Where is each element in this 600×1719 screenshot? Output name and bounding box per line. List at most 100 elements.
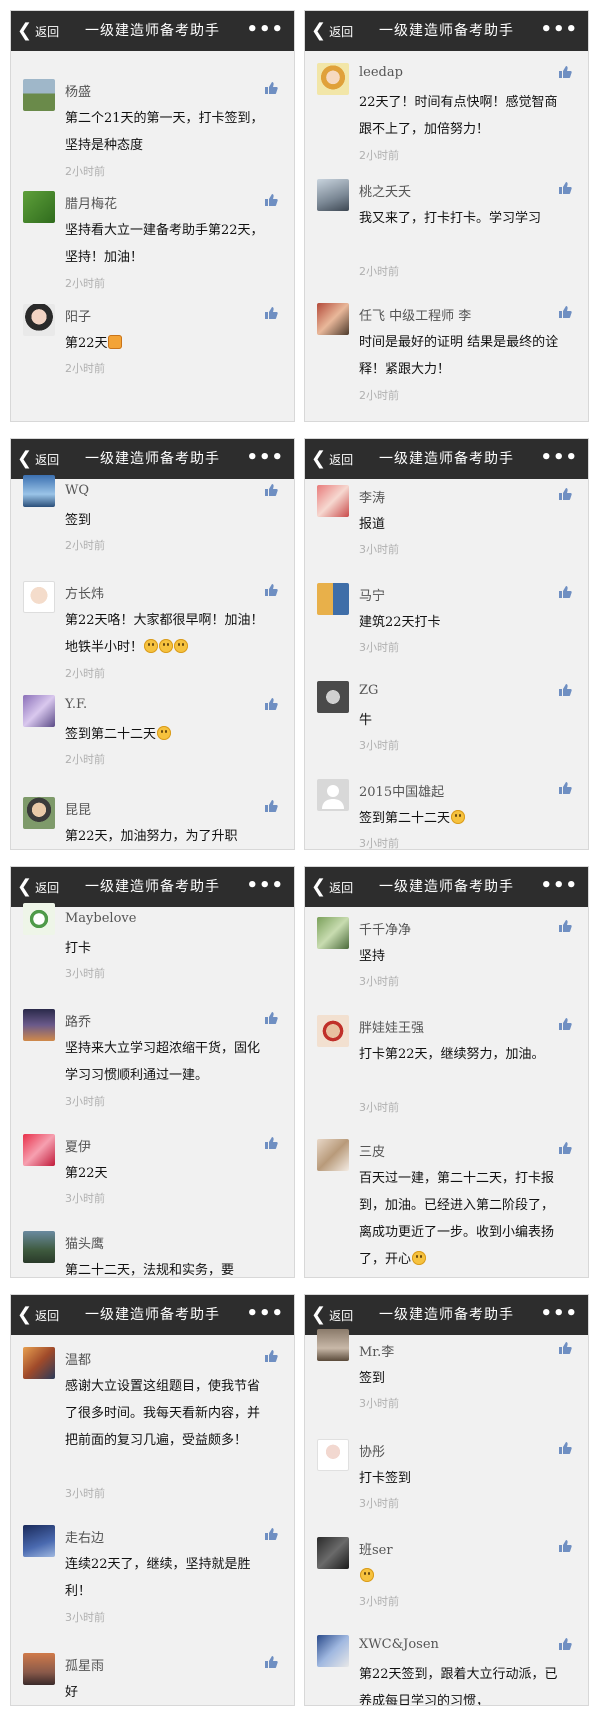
comment-author[interactable]: 杨盛 <box>65 81 91 100</box>
avatar[interactable] <box>23 79 55 111</box>
avatar[interactable] <box>23 304 55 336</box>
avatar[interactable] <box>23 581 55 613</box>
comment-author[interactable]: 马宁 <box>359 585 385 604</box>
comment-author[interactable]: Maybelove <box>65 911 136 926</box>
comment-text: 签到 <box>65 513 92 528</box>
thumbs-up-icon[interactable] <box>264 583 278 597</box>
thumbs-up-icon[interactable] <box>558 1441 572 1455</box>
avatar[interactable] <box>317 1329 349 1361</box>
thumbs-up-icon[interactable] <box>558 781 572 795</box>
thumbs-up-icon[interactable] <box>264 1655 278 1669</box>
comment-author[interactable]: 2015中国雄起 <box>359 781 444 800</box>
thumbs-up-icon[interactable] <box>558 585 572 599</box>
avatar[interactable] <box>23 1525 55 1557</box>
thumbs-up-icon[interactable] <box>264 799 278 813</box>
smile-emoji-icon <box>360 1568 374 1582</box>
more-icon[interactable]: ••• <box>540 867 578 907</box>
comment-author[interactable]: ZG <box>359 683 378 698</box>
more-icon[interactable]: ••• <box>246 439 284 479</box>
comment-author[interactable]: 千千净净 <box>359 919 411 938</box>
comment-author[interactable]: WQ <box>65 483 89 498</box>
thumbs-up-icon[interactable] <box>558 1637 572 1651</box>
thumbs-up-icon[interactable] <box>264 81 278 95</box>
thumbs-up-icon[interactable] <box>264 1527 278 1541</box>
thumbs-up-icon[interactable] <box>558 487 572 501</box>
thumbs-up-icon[interactable] <box>264 697 278 711</box>
avatar[interactable] <box>23 475 55 507</box>
avatar[interactable] <box>317 1537 349 1569</box>
avatar[interactable] <box>23 1231 55 1263</box>
avatar[interactable] <box>317 485 349 517</box>
comment-author[interactable]: 任飞 中级工程师 李 <box>359 305 471 324</box>
comment-author[interactable]: leedap <box>359 65 403 80</box>
avatar[interactable] <box>317 1015 349 1047</box>
comment-text: 签到第二十二天 <box>359 805 559 832</box>
thumbs-up-icon[interactable] <box>558 1141 572 1155</box>
comment-author[interactable]: Mr.李 <box>359 1341 394 1360</box>
comment-author[interactable]: 李涛 <box>359 487 385 506</box>
comment-text: 坚持来大立学习超浓缩干货，固化学习习惯顺利通过一建。 <box>65 1041 261 1083</box>
more-icon[interactable]: ••• <box>540 11 578 51</box>
comment-author[interactable]: 桃之夭夭 <box>359 181 411 200</box>
thumbs-up-icon[interactable] <box>558 1017 572 1031</box>
comment-time: 2小时前 <box>65 165 105 178</box>
avatar[interactable] <box>317 1139 349 1171</box>
thumbs-up-icon[interactable] <box>264 306 278 320</box>
comment-author[interactable]: 阳子 <box>65 306 91 325</box>
avatar[interactable] <box>317 779 349 811</box>
comment-author[interactable]: 协彤 <box>359 1441 385 1460</box>
avatar[interactable] <box>317 179 349 211</box>
thumbs-up-icon[interactable] <box>264 1011 278 1025</box>
avatar[interactable] <box>23 1347 55 1379</box>
comment-time: 2小时前 <box>359 149 399 162</box>
comment-author[interactable]: 昆昆 <box>65 799 91 818</box>
more-icon[interactable]: ••• <box>246 1295 284 1335</box>
avatar[interactable] <box>317 303 349 335</box>
comment-text: 坚持看大立一建备考助手第22天，坚持！加油！ <box>65 223 264 265</box>
avatar[interactable] <box>317 63 349 95</box>
avatar[interactable] <box>317 583 349 615</box>
avatar[interactable] <box>317 917 349 949</box>
comment-author[interactable]: 猫头鹰 <box>65 1233 104 1252</box>
thumbs-up-icon[interactable] <box>558 181 572 195</box>
comment-author[interactable]: 走右边 <box>65 1527 104 1546</box>
more-icon[interactable]: ••• <box>540 1295 578 1335</box>
thumbs-up-icon[interactable] <box>558 919 572 933</box>
thumbs-up-icon[interactable] <box>558 683 572 697</box>
comment-text: 百天过一建，第二十二天，打卡报到，加油。已经进入第二阶段了，离成功更近了一步。收… <box>359 1165 559 1273</box>
more-icon[interactable]: ••• <box>246 867 284 907</box>
avatar[interactable] <box>317 681 349 713</box>
comment-text: 第22天，加油努力，为了升职 <box>65 829 238 844</box>
thumbs-up-icon[interactable] <box>264 1136 278 1150</box>
thumbs-up-icon[interactable] <box>558 65 572 79</box>
more-icon[interactable]: ••• <box>540 439 578 479</box>
comment-author[interactable]: 孤星雨 <box>65 1655 104 1674</box>
thumbs-up-icon[interactable] <box>558 1539 572 1553</box>
comment-time: 2小时前 <box>359 389 399 402</box>
comment-author[interactable]: 方长炜 <box>65 583 104 602</box>
avatar[interactable] <box>23 797 55 829</box>
comment-author[interactable]: 胖娃娃王强 <box>359 1017 424 1036</box>
comment-author[interactable]: XWC&Josen <box>359 1637 439 1652</box>
avatar[interactable] <box>23 1653 55 1685</box>
more-icon[interactable]: ••• <box>246 11 284 51</box>
avatar[interactable] <box>23 903 55 935</box>
comment-author[interactable]: 路乔 <box>65 1011 91 1030</box>
comment-author[interactable]: 班ser <box>359 1539 393 1558</box>
avatar[interactable] <box>23 191 55 223</box>
avatar[interactable] <box>317 1635 349 1667</box>
comment-author[interactable]: 腊月梅花 <box>65 193 117 212</box>
thumbs-up-icon[interactable] <box>558 305 572 319</box>
thumbs-up-icon[interactable] <box>558 1341 572 1355</box>
avatar[interactable] <box>317 1439 349 1471</box>
thumbs-up-icon[interactable] <box>264 1349 278 1363</box>
avatar[interactable] <box>23 1134 55 1166</box>
comment-author[interactable]: 夏伊 <box>65 1136 91 1155</box>
avatar[interactable] <box>23 695 55 727</box>
comment-author[interactable]: 三皮 <box>359 1141 385 1160</box>
thumbs-up-icon[interactable] <box>264 193 278 207</box>
thumbs-up-icon[interactable] <box>264 483 278 497</box>
comment-author[interactable]: Y.F. <box>65 697 87 712</box>
comment-author[interactable]: 温都 <box>65 1349 91 1368</box>
avatar[interactable] <box>23 1009 55 1041</box>
